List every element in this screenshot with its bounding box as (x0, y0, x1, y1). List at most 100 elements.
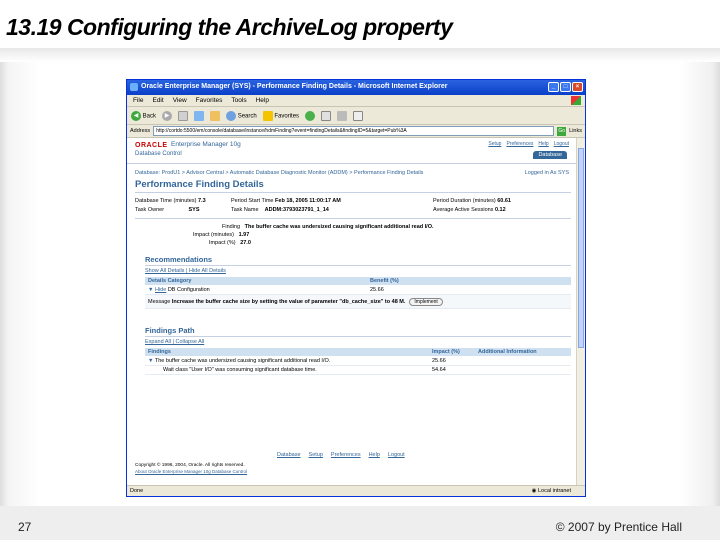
link-help[interactable]: Help (538, 141, 548, 147)
category-value: DB Configuration (167, 287, 210, 293)
footer-link-help[interactable]: Help (369, 452, 380, 458)
search-icon (226, 110, 237, 121)
maximize-icon[interactable]: □ (560, 82, 571, 92)
avg-sessions-label: Average Active Sessions (433, 207, 494, 213)
period-duration-field: Period Duration (minutes) 60.61 (433, 198, 511, 204)
recommendations-heading: Recommendations (145, 255, 213, 264)
menu-edit[interactable]: Edit (152, 97, 163, 104)
impact-cell: 25.66 (432, 358, 446, 364)
tab-database[interactable]: Database (533, 151, 567, 159)
hide-link[interactable]: Hide (155, 287, 166, 293)
col-additional-info[interactable]: Additional Information (475, 349, 571, 355)
task-name-field: Task Name ADDM:3793023791_1_14 (231, 207, 329, 213)
scrollbar-thumb[interactable] (578, 148, 584, 348)
footer-link-logout[interactable]: Logout (388, 452, 405, 458)
forward-arrow-icon[interactable]: ▶ (162, 110, 173, 121)
collapse-triangle-icon[interactable]: ▼ (148, 358, 153, 364)
ie-app-icon (130, 83, 138, 91)
title-divider (135, 192, 571, 193)
menu-favorites[interactable]: Favorites (196, 97, 223, 104)
footer-link-setup[interactable]: Setup (309, 452, 323, 458)
finding-label: Finding (222, 224, 241, 230)
page-number: 27 (18, 520, 32, 534)
task-owner-field: Task Owner SYS (135, 207, 200, 213)
period-start-value: Feb 18, 2005 11:00:17 AM (275, 198, 341, 204)
period-start-label: Period Start Time (231, 198, 274, 204)
collapse-all-link[interactable]: Collapse All (176, 339, 205, 345)
details-divider (135, 218, 571, 219)
breadcrumb[interactable]: Database: ProdU1 > Advisor Central > Aut… (135, 170, 423, 176)
star-icon (262, 110, 273, 121)
browser-window: Oracle Enterprise Manager (SYS) - Perfor… (126, 79, 586, 497)
col-benefit[interactable]: Benefit (%) (367, 278, 571, 284)
finding-text: The buffer cache was undersized causing … (154, 358, 331, 364)
home-icon[interactable] (210, 110, 221, 121)
refresh-icon[interactable] (194, 110, 205, 121)
windows-logo-icon (571, 96, 581, 105)
browser-title-bar[interactable]: Oracle Enterprise Manager (SYS) - Perfor… (127, 80, 585, 95)
implement-button[interactable]: Implement (409, 297, 443, 306)
history-icon[interactable] (305, 110, 316, 121)
link-setup[interactable]: Setup (488, 141, 501, 147)
show-all-details-link[interactable]: Show All Details (145, 268, 184, 274)
links-label[interactable]: Links (569, 128, 582, 134)
product-name: Enterprise Manager 10g (171, 141, 241, 148)
col-impact[interactable]: Impact (%) (429, 349, 475, 355)
search-button[interactable]: Search (226, 110, 257, 121)
stop-icon[interactable] (178, 110, 189, 121)
finding-field: Finding The buffer cache was undersized … (222, 224, 434, 230)
recommendations-links: Show All Details | Hide All Details (145, 268, 226, 274)
menu-file[interactable]: File (133, 97, 143, 104)
favorites-label: Favorites (274, 113, 300, 120)
impact-cell: 54.64 (432, 367, 446, 373)
minimize-icon[interactable]: _ (548, 82, 559, 92)
menu-help[interactable]: Help (256, 97, 269, 104)
subproduct-name: Database Control (135, 151, 182, 157)
footer-link-database[interactable]: Database (277, 452, 301, 458)
print-icon[interactable] (337, 110, 348, 121)
recommendation-message-row: Message Increase the buffer cache size b… (145, 295, 571, 309)
col-details-category[interactable]: Details Category (145, 278, 367, 284)
recommendation-category-cell: ▼ Hide DB Configuration (145, 287, 367, 293)
vertical-scrollbar[interactable] (576, 138, 585, 486)
findings-path-heading: Findings Path (145, 326, 195, 335)
findings-path-links: Expand All | Collapse All (145, 339, 205, 345)
collapse-triangle-icon[interactable]: ▼ (148, 287, 153, 293)
expand-all-link[interactable]: Expand All (145, 339, 171, 345)
col-findings[interactable]: Findings (145, 349, 429, 355)
impact-minutes-field: Impact (minutes) 1.97 (193, 232, 249, 238)
link-logout[interactable]: Logout (554, 141, 569, 147)
task-owner-label: Task Owner (135, 207, 165, 213)
menu-tools[interactable]: Tools (231, 97, 246, 104)
about-link[interactable]: About Oracle Enterprise Manager 10g Data… (135, 469, 247, 474)
address-bar: Address http://cortdo:5500/em/console/da… (127, 125, 585, 138)
finding-cell: Wait class "User I/O" was consuming sign… (163, 367, 317, 373)
favorites-button[interactable]: Favorites (262, 110, 300, 121)
status-bar: Done ◉ Local intranet (127, 485, 585, 496)
message-label: Message (148, 298, 171, 305)
period-duration-value: 60.61 (497, 198, 511, 204)
go-button[interactable]: Go (557, 126, 567, 136)
close-icon[interactable]: × (572, 82, 583, 92)
address-input[interactable]: http://cortdo:5500/em/console/database/i… (153, 126, 555, 136)
db-time-value: 7.3 (197, 198, 206, 204)
search-label: Search (237, 113, 257, 120)
address-label: Address (130, 128, 151, 134)
oracle-copyright: Copyright © 1996, 2004, Oracle. All righ… (135, 463, 245, 468)
impact-minutes-value: 1.97 (238, 232, 250, 238)
mail-icon[interactable] (321, 110, 332, 121)
hide-all-details-link[interactable]: Hide All Details (189, 268, 226, 274)
menu-view[interactable]: View (173, 97, 187, 104)
table-row: Wait class "User I/O" was consuming sign… (145, 366, 571, 375)
avg-sessions-value: 0.12 (494, 207, 506, 213)
back-button[interactable]: ◀ Back (131, 110, 156, 121)
browser-title-text: Oracle Enterprise Manager (SYS) - Perfor… (141, 83, 448, 90)
avg-sessions-field: Average Active Sessions 0.12 (433, 207, 506, 213)
security-zone: ◉ Local intranet (532, 488, 571, 494)
impact-percent-value: 27.0 (240, 240, 251, 246)
footer-link-preferences[interactable]: Preferences (331, 452, 361, 458)
db-time-label: Database Time (minutes) (135, 198, 197, 204)
edit-icon[interactable] (353, 110, 364, 121)
link-preferences[interactable]: Preferences (506, 141, 533, 147)
table-header: Findings Impact (%) Additional Informati… (145, 348, 571, 357)
